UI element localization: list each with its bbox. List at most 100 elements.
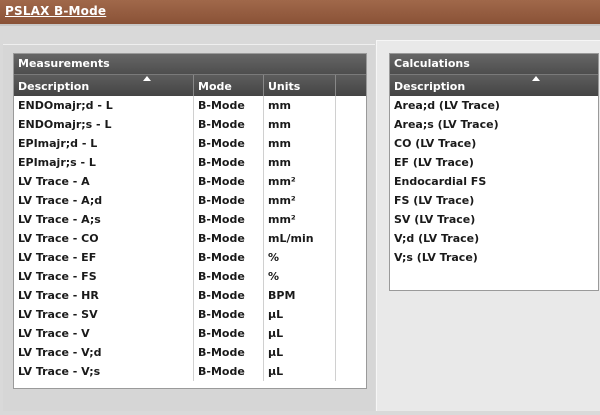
- spacer-cell: [336, 191, 366, 210]
- calculation-description-cell: CO (LV Trace): [394, 137, 477, 150]
- calculation-row[interactable]: Endocardial FS: [390, 172, 598, 191]
- description-cell: ENDOmajr;s - L: [14, 115, 194, 134]
- units-cell: mm²: [264, 210, 336, 229]
- calculation-description-cell: Area;d (LV Trace): [394, 99, 500, 112]
- units-cell: mm: [264, 153, 336, 172]
- description-cell: LV Trace - V: [14, 324, 194, 343]
- description-cell: LV Trace - SV: [14, 305, 194, 324]
- calculation-description-cell: V;d (LV Trace): [394, 232, 480, 245]
- calculation-description-cell: EF (LV Trace): [394, 156, 474, 169]
- spacer-cell: [336, 267, 366, 286]
- mode-cell: B-Mode: [194, 172, 264, 191]
- measurements-list: ENDOmajr;d - L B-Mode mm ENDOmajr;s - L B-Mo…: [14, 96, 366, 381]
- measurement-row[interactable]: LV Trace - CO B-Mode mL/min: [14, 229, 366, 248]
- mode-cell: B-Mode: [194, 286, 264, 305]
- units-cell: µL: [264, 343, 336, 362]
- description-cell: LV Trace - V;d: [14, 343, 194, 362]
- units-cell: mL/min: [264, 229, 336, 248]
- spacer-cell: [336, 96, 366, 115]
- calculation-row[interactable]: Area;s (LV Trace): [390, 115, 598, 134]
- calculation-description-cell: Area;s (LV Trace): [394, 118, 499, 131]
- description-cell: ENDOmajr;d - L: [14, 96, 194, 115]
- calculation-row[interactable]: V;d (LV Trace): [390, 229, 598, 248]
- mode-cell: B-Mode: [194, 343, 264, 362]
- mode-cell: B-Mode: [194, 362, 264, 381]
- description-cell: LV Trace - CO: [14, 229, 194, 248]
- units-cell: %: [264, 267, 336, 286]
- column-header-units[interactable]: Units: [264, 75, 336, 96]
- calculation-row[interactable]: SV (LV Trace): [390, 210, 598, 229]
- measurement-row[interactable]: EPImajr;s - L B-Mode mm: [14, 153, 366, 172]
- calculations-list: Area;d (LV Trace) Area;s (LV Trace) CO (LV…: [390, 96, 598, 267]
- column-header-mode-label: Mode: [198, 80, 232, 93]
- mode-cell: B-Mode: [194, 248, 264, 267]
- measurement-row[interactable]: EPImajr;d - L B-Mode mm: [14, 134, 366, 153]
- measurement-row[interactable]: LV Trace - V B-Mode µL: [14, 324, 366, 343]
- spacer-cell: [336, 286, 366, 305]
- measurements-header-row: Description Mode Units: [14, 74, 366, 96]
- sort-ascending-icon: [143, 76, 151, 81]
- calculations-panel: Calculations Description Area;d (LV Trac…: [389, 53, 599, 291]
- mode-cell: B-Mode: [194, 96, 264, 115]
- mode-cell: B-Mode: [194, 115, 264, 134]
- calculation-row[interactable]: EF (LV Trace): [390, 153, 598, 172]
- column-header-description-label: Description: [18, 80, 90, 93]
- measurement-row[interactable]: LV Trace - FS B-Mode%: [14, 267, 366, 286]
- units-cell: µL: [264, 324, 336, 343]
- description-cell: LV Trace - V;s: [14, 362, 194, 381]
- calculation-row[interactable]: FS (LV Trace): [390, 191, 598, 210]
- measurement-row[interactable]: LV Trace - HR B-Mode BPM: [14, 286, 366, 305]
- spacer-cell: [336, 229, 366, 248]
- spacer-cell: [336, 134, 366, 153]
- units-cell: µL: [264, 305, 336, 324]
- column-header-calc-description-label: Description: [394, 80, 466, 93]
- units-cell: mm: [264, 96, 336, 115]
- calculation-row[interactable]: V;s (LV Trace): [390, 248, 598, 267]
- spacer-cell: [336, 172, 366, 191]
- measurement-row[interactable]: ENDOmajr;s - L B-Mode mm: [14, 115, 366, 134]
- units-cell: mm: [264, 115, 336, 134]
- measurement-row[interactable]: LV Trace - SV B-Mode µL: [14, 305, 366, 324]
- measurement-row[interactable]: LV Trace - A;d B-Mode mm²: [14, 191, 366, 210]
- description-cell: LV Trace - HR: [14, 286, 194, 305]
- measurement-row[interactable]: LV Trace - A;s B-Mode mm²: [14, 210, 366, 229]
- column-header-mode[interactable]: Mode: [194, 75, 264, 96]
- description-cell: LV Trace - A;d: [14, 191, 194, 210]
- mode-cell: B-Mode: [194, 153, 264, 172]
- mode-cell: B-Mode: [194, 229, 264, 248]
- spacer-cell: [336, 115, 366, 134]
- mode-cell: B-Mode: [194, 134, 264, 153]
- mode-cell: B-Mode: [194, 191, 264, 210]
- calculation-row[interactable]: CO (LV Trace): [390, 134, 598, 153]
- measurement-row[interactable]: LV Trace - A B-Mode mm²: [14, 172, 366, 191]
- calculation-description-cell: V;s (LV Trace): [394, 251, 478, 264]
- calculations-title: Calculations: [390, 54, 598, 74]
- units-cell: mm²: [264, 191, 336, 210]
- measurement-row[interactable]: LV Trace - EF B-Mode%: [14, 248, 366, 267]
- mode-cell: B-Mode: [194, 267, 264, 286]
- measurement-row[interactable]: ENDOmajr;d - L B-Mode mm: [14, 96, 366, 115]
- column-header-description[interactable]: Description: [14, 75, 194, 96]
- measurement-row[interactable]: LV Trace - V;s B-Mode µL: [14, 362, 366, 381]
- spacer-cell: [336, 324, 366, 343]
- calculation-description-cell: SV (LV Trace): [394, 213, 476, 226]
- description-cell: EPImajr;d - L: [14, 134, 194, 153]
- spacer-cell: [336, 153, 366, 172]
- units-cell: mm²: [264, 172, 336, 191]
- measurements-panel: Measurements Description Mode Units ENDO…: [13, 53, 367, 389]
- calculation-row[interactable]: Area;d (LV Trace): [390, 96, 598, 115]
- title-bar: PSLAX B-Mode: [0, 0, 600, 24]
- calculations-header-row: Description: [390, 74, 598, 96]
- sort-ascending-icon: [532, 76, 540, 81]
- mode-cell: B-Mode: [194, 324, 264, 343]
- column-header-calc-description[interactable]: Description: [390, 75, 598, 96]
- measurement-row[interactable]: LV Trace - V;d B-Mode µL: [14, 343, 366, 362]
- units-cell: mm: [264, 134, 336, 153]
- units-cell: BPM: [264, 286, 336, 305]
- description-cell: LV Trace - EF: [14, 248, 194, 267]
- spacer-cell: [336, 210, 366, 229]
- spacer-cell: [336, 248, 366, 267]
- title-divider: [0, 24, 600, 26]
- page-title[interactable]: PSLAX B-Mode: [5, 4, 106, 18]
- mode-cell: B-Mode: [194, 210, 264, 229]
